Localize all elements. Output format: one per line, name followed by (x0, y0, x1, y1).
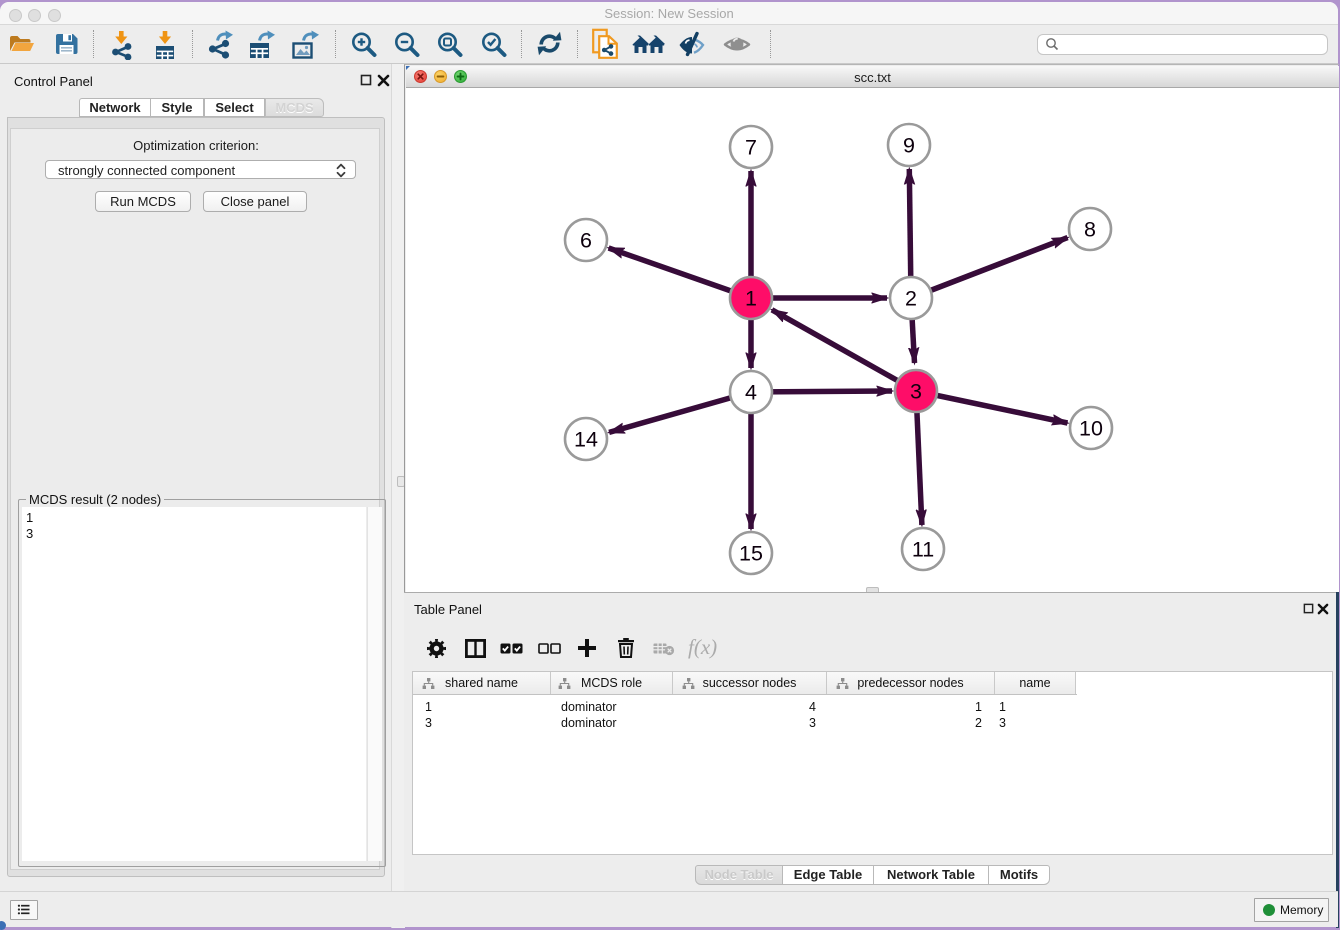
svg-text:6: 6 (580, 229, 592, 253)
svg-text:8: 8 (1084, 218, 1096, 242)
svg-text:7: 7 (745, 136, 757, 160)
svg-text:9: 9 (903, 134, 915, 158)
svg-text:1: 1 (745, 287, 757, 311)
svg-text:4: 4 (745, 381, 757, 405)
svg-text:15: 15 (739, 542, 763, 566)
svg-text:2: 2 (905, 287, 917, 311)
svg-text:3: 3 (910, 380, 922, 404)
svg-text:14: 14 (574, 428, 598, 452)
svg-text:f(x): f(x) (688, 636, 717, 659)
svg-text:11: 11 (912, 538, 934, 562)
svg-text:10: 10 (1079, 417, 1103, 441)
